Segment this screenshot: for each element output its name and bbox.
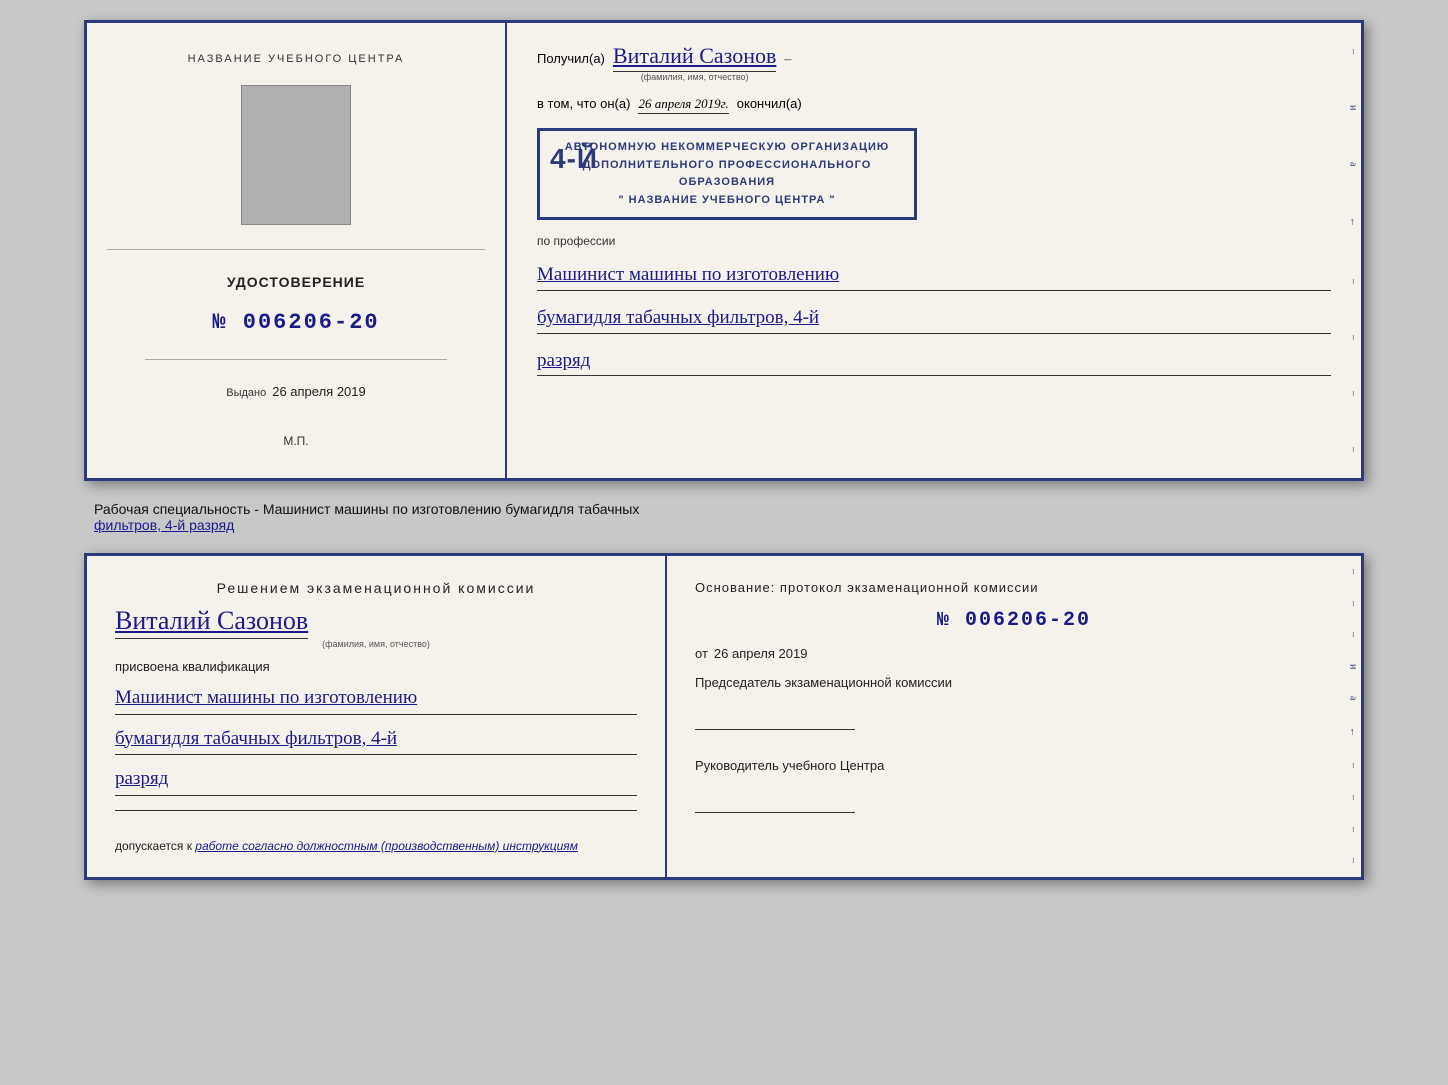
profession-line2: бумагидля табачных фильтров, 4-й: [537, 305, 1331, 334]
dopuskaetsya-label: допускается к: [115, 839, 192, 853]
bedge-dash7: –: [1348, 858, 1359, 863]
cert-bottom-right: Основание: протокол экзаменационной коми…: [667, 556, 1361, 877]
person-name: Виталий Сазонов: [115, 606, 308, 639]
resheniem-title: Решением экзаменационной комиссии: [115, 580, 637, 596]
profession-line1: Машинист машины по изготовлению: [537, 262, 1331, 291]
dopusk-italic: работе согласно должностным (производств…: [195, 839, 578, 853]
predsedatel-signature: [695, 710, 855, 730]
vtom-date: 26 апреля 2019г.: [638, 96, 728, 114]
protocol-number: № 006206-20: [695, 609, 1333, 632]
qual-line3: разряд: [115, 765, 637, 796]
poluchil-label: Получил(а): [537, 51, 605, 66]
bedge-arrow: ←: [1348, 727, 1359, 737]
qual-line2: бумагидля табачных фильтров, 4-й: [115, 725, 637, 756]
prisvonena-label: присвоена квалификация: [115, 659, 637, 674]
stamp-line2: ДОПОЛНИТЕЛЬНОГО ПРОФЕССИОНАЛЬНОГО ОБРАЗО…: [554, 157, 900, 192]
right-edge-marks-bottom: – – – и а ← – – – –: [1345, 556, 1361, 877]
poluchil-block: Получил(а) Виталий Сазонов (фамилия, имя…: [537, 43, 1331, 82]
rukovoditel-label: Руководитель учебного Центра: [695, 758, 1333, 773]
vydano-line: Выдано 26 апреля 2019: [226, 384, 366, 409]
person-fio-sub: (фамилия, имя, отчество): [322, 639, 430, 649]
mp-label: М.П.: [283, 434, 308, 448]
stamp-block: 4-й АВТОНОМНУЮ НЕКОММЕРЧЕСКУЮ ОРГАНИЗАЦИ…: [537, 128, 917, 220]
middle-text-content: Рабочая специальность - Машинист машины …: [94, 501, 1354, 533]
vtom-label: в том, что он(а): [537, 96, 630, 111]
cert-top-left: НАЗВАНИЕ УЧЕБНОГО ЦЕНТРА УДОСТОВЕРЕНИЕ №…: [87, 23, 507, 478]
certificate-bottom: Решением экзаменационной комиссии Витали…: [84, 553, 1364, 880]
edge-mark-dash3: –: [1348, 335, 1359, 340]
certificate-top: НАЗВАНИЕ УЧЕБНОГО ЦЕНТРА УДОСТОВЕРЕНИЕ №…: [84, 20, 1364, 481]
vtom-block: в том, что он(а) 26 апреля 2019г. окончи…: [537, 96, 1331, 114]
ot-block: от 26 апреля 2019: [695, 646, 1333, 661]
ot-label: от: [695, 646, 708, 661]
rukovoditel-signature: [695, 793, 855, 813]
bedge-a: а: [1348, 696, 1359, 700]
vydano-date: 26 апреля 2019: [272, 384, 366, 399]
udost-number: № 006206-20: [212, 310, 379, 335]
edge-mark-dash4: –: [1348, 391, 1359, 396]
photo-placeholder: [241, 85, 351, 225]
bedge-dash4: –: [1348, 763, 1359, 768]
edge-mark-i: и: [1348, 105, 1359, 110]
okonchil-label: окончил(а): [737, 96, 802, 111]
edge-mark-dash1: –: [1348, 49, 1359, 54]
person-block: Виталий Сазонов (фамилия, имя, отчество): [115, 606, 637, 649]
vydano-label: Выдано: [226, 387, 266, 399]
edge-mark-arrow: ←: [1348, 217, 1359, 227]
cert-bottom-left: Решением экзаменационной комиссии Витали…: [87, 556, 667, 877]
edge-mark-dash2: –: [1348, 279, 1359, 284]
right-edge-marks-top: – и а ← – – – –: [1345, 23, 1361, 478]
bedge-dash6: –: [1348, 827, 1359, 832]
qual-line1: Машинист машины по изготовлению: [115, 684, 637, 715]
poluchil-name: Виталий Сазонов: [613, 43, 776, 72]
bedge-i: и: [1348, 664, 1359, 669]
edge-mark-a: а: [1348, 162, 1359, 166]
stamp-number: 4-й: [550, 137, 598, 182]
dash: –: [784, 52, 791, 68]
bedge-dash2: –: [1348, 601, 1359, 606]
poluchil-name-block: Виталий Сазонов (фамилия, имя, отчество): [613, 43, 776, 82]
udost-label: УДОСТОВЕРЕНИЕ: [227, 274, 365, 290]
middle-text-line1: Рабочая специальность - Машинист машины …: [94, 501, 639, 517]
stamp-line1: АВТОНОМНУЮ НЕКОММЕРЧЕСКУЮ ОРГАНИЗАЦИЮ: [554, 139, 900, 157]
dopuskaetsya-block: допускается к работе согласно должностны…: [115, 839, 637, 853]
bedge-dash1: –: [1348, 569, 1359, 574]
fio-subtitle: (фамилия, имя, отчество): [641, 72, 749, 82]
edge-mark-dash5: –: [1348, 447, 1359, 452]
predsedatel-label: Председатель экзаменационной комиссии: [695, 675, 1333, 690]
po-professii-label: по профессии: [537, 234, 1331, 248]
ot-date: 26 апреля 2019: [714, 646, 808, 661]
bedge-dash3: –: [1348, 632, 1359, 637]
org-name-title: НАЗВАНИЕ УЧЕБНОГО ЦЕНТРА: [188, 53, 405, 65]
middle-text-underline: фильтров, 4-й разряд: [94, 517, 234, 533]
bedge-dash5: –: [1348, 795, 1359, 800]
stamp-line3: " НАЗВАНИЕ УЧЕБНОГО ЦЕНТРА ": [554, 192, 900, 210]
profession-line3: разряд: [537, 348, 1331, 377]
separator-line: [115, 810, 637, 811]
middle-text-block: Рабочая специальность - Машинист машины …: [84, 497, 1364, 537]
cert-top-right: Получил(а) Виталий Сазонов (фамилия, имя…: [507, 23, 1361, 478]
osnovanie-label: Основание: протокол экзаменационной коми…: [695, 580, 1333, 595]
